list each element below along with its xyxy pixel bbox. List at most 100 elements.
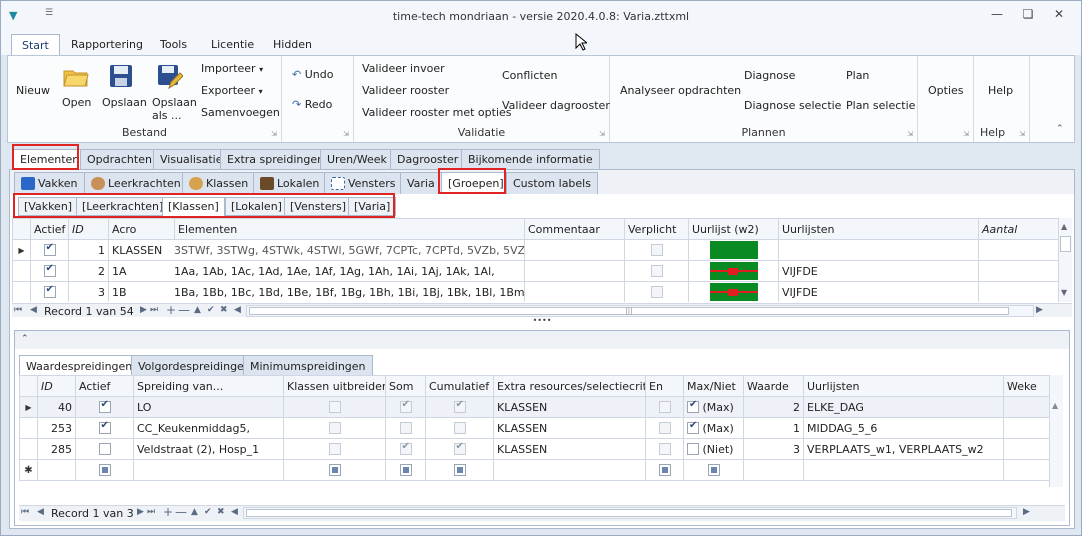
table-row[interactable]: ▶ 1 KLASSEN 3STWf, 3STWg, 4STWk, 4STWl, 5… [12, 239, 1058, 261]
dialog-launcher-icon[interactable]: ⇲ [1019, 130, 1025, 138]
uitbreiden-checkbox[interactable] [283, 459, 386, 481]
next-record-icon[interactable]: ▶ [140, 305, 147, 315]
checkbox[interactable] [453, 441, 466, 455]
aantal-cell[interactable]: 2 [978, 239, 1058, 261]
panel-collapse-bar[interactable]: ⌃ [15, 331, 1069, 349]
uitbreiden-checkbox[interactable] [283, 417, 386, 439]
uurlijsten-cell[interactable]: VIJFDE [778, 260, 979, 282]
uurlijst-w2-cell[interactable] [688, 260, 779, 282]
redo-button[interactable]: ↷ Redo [292, 98, 332, 111]
last-record-icon[interactable]: ⏭ [147, 507, 155, 517]
table-row[interactable]: 253 CC_Keukenmiddag5, KLASSEN (Max) 1 MI… [19, 417, 1049, 439]
nieuw-button[interactable]: Nieuw [16, 84, 50, 97]
id-cell[interactable]: 1 [68, 239, 109, 261]
checkbox[interactable] [650, 243, 663, 256]
next-record-icon[interactable]: ▶ [137, 507, 144, 517]
verplicht-checkbox[interactable] [624, 260, 689, 282]
scroll-up-icon[interactable]: ▲ [1061, 222, 1067, 231]
checkbox[interactable] [658, 442, 671, 455]
samenvoegen-button[interactable]: Samenvoegen [201, 106, 280, 119]
confirm-edit-icon[interactable]: ✔ [204, 507, 212, 517]
scroll-right-icon[interactable]: ▶ [1023, 507, 1030, 517]
tab-vakken[interactable]: Vakken [14, 172, 85, 194]
dialog-launcher-icon[interactable]: ⇲ [271, 130, 277, 138]
tab-groep-lokalen[interactable]: [Lokalen] [225, 197, 288, 216]
som-checkbox[interactable] [385, 438, 426, 460]
tab-groep-klassen[interactable]: [Klassen] [162, 197, 225, 216]
col-actief[interactable]: Actief [75, 375, 134, 397]
minimize-button[interactable]: — [985, 7, 1009, 25]
delete-record-icon[interactable]: — [178, 303, 190, 317]
extra-cell[interactable]: KLASSEN [493, 396, 646, 418]
checkbox[interactable] [328, 421, 341, 434]
tab-klassen[interactable]: Klassen [182, 172, 256, 194]
table-row[interactable]: 285 Veldstraat (2), Hosp_1 KLASSEN (Niet… [19, 438, 1049, 460]
first-record-icon[interactable]: ⏮ [14, 305, 22, 315]
top-grid-horizontal-scrollbar[interactable]: ||| [246, 305, 1034, 317]
col-extra-resources[interactable]: Extra resources/selectiecrit... [493, 375, 646, 397]
col-som[interactable]: Som [385, 375, 426, 397]
ribbon-tab-rapportering[interactable]: Rapportering [61, 34, 153, 55]
tab-lokalen[interactable]: Lokalen [253, 172, 327, 194]
importeer-dropdown[interactable]: Importeer ▾ [201, 62, 263, 75]
lower-grid-horizontal-scrollbar[interactable] [243, 507, 1017, 519]
uurlijst-w2-cell[interactable] [688, 281, 779, 302]
scroll-left-icon[interactable]: ◀ [234, 305, 241, 315]
cancel-edit-icon[interactable]: ✖ [220, 305, 228, 315]
checkbox[interactable] [453, 399, 466, 413]
max-niet-checkbox[interactable] [683, 459, 744, 481]
tab-waardespreidingen[interactable]: Waardespreidingen [19, 355, 140, 377]
checkbox[interactable] [399, 399, 412, 413]
uitbreiden-checkbox[interactable] [283, 396, 386, 418]
plan-button[interactable]: Plan [846, 69, 869, 82]
weke-cell[interactable] [1003, 459, 1049, 481]
tab-volgordespreidingen[interactable]: Volgordespreidingen [131, 355, 258, 377]
tab-visualisatie[interactable]: Visualisatie [153, 149, 230, 169]
en-checkbox[interactable] [645, 438, 684, 460]
checkbox[interactable] [658, 463, 671, 476]
col-uurlijst-w2[interactable]: Uurlijst (w2) [688, 218, 779, 240]
checkbox[interactable] [43, 242, 56, 256]
tab-custom-labels[interactable]: Custom labels [506, 172, 598, 194]
actief-checkbox[interactable] [30, 281, 69, 302]
opties-button[interactable]: Opties [928, 84, 964, 97]
checkbox[interactable] [687, 442, 699, 455]
opslaan-button[interactable]: Opslaan [102, 96, 147, 109]
checkbox[interactable] [43, 263, 56, 277]
checkbox[interactable] [399, 441, 412, 455]
collapse-up-icon[interactable]: ⌃ [21, 334, 29, 344]
col-uurlijsten[interactable]: Uurlijsten [778, 218, 979, 240]
checkbox[interactable] [453, 421, 466, 434]
lower-grid-vertical-scrollbar[interactable]: ▲ [1049, 375, 1063, 487]
checkbox[interactable] [43, 284, 56, 298]
extra-cell[interactable] [493, 459, 646, 481]
extra-cell[interactable]: KLASSEN [493, 417, 646, 439]
checkbox[interactable] [328, 442, 341, 455]
col-cumulatief[interactable]: Cumulatief [425, 375, 494, 397]
checkbox[interactable] [707, 463, 720, 476]
col-id[interactable]: ID [68, 218, 109, 240]
add-record-icon[interactable]: + [166, 303, 176, 317]
en-checkbox[interactable] [645, 396, 684, 418]
checkbox[interactable] [658, 400, 671, 413]
checkbox[interactable] [328, 463, 341, 476]
commentaar-cell[interactable] [524, 239, 625, 261]
col-uurlijsten[interactable]: Uurlijsten [803, 375, 1004, 397]
add-record-icon[interactable]: + [163, 505, 173, 519]
col-aantal[interactable]: Aantal [978, 218, 1058, 240]
scroll-right-icon[interactable]: ▶ [1036, 305, 1043, 315]
tab-vensters[interactable]: Vensters [324, 172, 403, 194]
move-up-icon[interactable]: ▲ [191, 507, 198, 517]
commentaar-cell[interactable] [524, 281, 625, 302]
col-acro[interactable]: Acro [108, 218, 175, 240]
checkbox[interactable] [650, 285, 663, 298]
close-button[interactable]: ✕ [1047, 7, 1071, 25]
weke-cell[interactable] [1003, 396, 1049, 418]
restore-button[interactable]: ❏ [1016, 7, 1040, 25]
checkbox[interactable] [98, 463, 111, 476]
valideer-rooster-opties-button[interactable]: Valideer rooster met opties [362, 106, 512, 119]
som-checkbox[interactable] [385, 396, 426, 418]
checkbox[interactable] [453, 463, 466, 476]
extra-cell[interactable]: KLASSEN [493, 438, 646, 460]
col-en[interactable]: En [645, 375, 684, 397]
